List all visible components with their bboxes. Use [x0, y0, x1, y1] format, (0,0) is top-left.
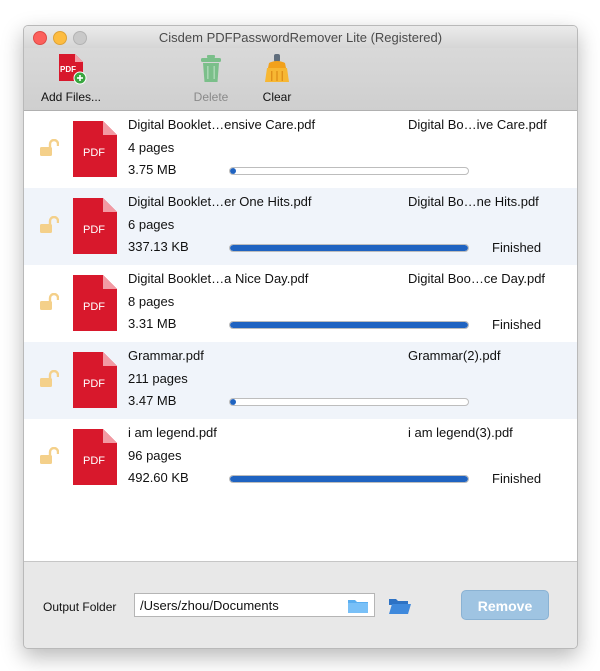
progress-bar	[229, 475, 469, 483]
output-folder-label: Output Folder	[43, 600, 117, 614]
unlocked-padlock-icon	[40, 293, 59, 310]
output-file-name: i am legend(3).pdf	[408, 425, 513, 440]
file-name: Digital Booklet…ensive Care.pdf	[128, 117, 316, 132]
file-row[interactable]: PDF i am legend.pdf 96 pages 492.60 KB i am …	[24, 419, 577, 496]
svg-text:PDF: PDF	[83, 147, 105, 159]
output-file-name: Digital Bo…ive Care.pdf	[408, 117, 547, 132]
page-count: 8 pages	[128, 294, 175, 309]
progress-fill	[230, 168, 236, 174]
folder-icon[interactable]	[347, 598, 369, 614]
pdf-file-icon: PDF	[73, 275, 117, 331]
clear-label: Clear	[262, 90, 292, 104]
page-count: 211 pages	[128, 371, 188, 386]
pdf-file-icon: PDF	[73, 198, 117, 254]
svg-text:PDF: PDF	[83, 301, 105, 313]
progress-bar	[229, 398, 469, 406]
file-name: Grammar.pdf	[128, 348, 204, 363]
pdf-file-icon: PDF	[73, 429, 117, 485]
svg-text:PDF: PDF	[83, 224, 105, 236]
broom-icon	[265, 54, 289, 82]
file-size: 3.31 MB	[128, 316, 177, 331]
svg-text:PDF: PDF	[83, 455, 105, 467]
status-label: Finished	[492, 471, 542, 486]
progress-bar	[229, 321, 469, 329]
trash-icon	[201, 55, 221, 82]
file-row[interactable]: PDF Digital Booklet…a Nice Day.pdf 8 pages…	[24, 265, 577, 342]
file-size: 492.60 KB	[128, 470, 189, 485]
unlocked-padlock-icon	[40, 216, 59, 233]
file-size: 337.13 KB	[128, 239, 189, 254]
unlocked-padlock-icon	[40, 370, 59, 387]
delete-button[interactable]: Delete	[186, 48, 236, 104]
toolbar: PDF Add Files... Delete Clear	[24, 48, 577, 111]
svg-text:PDF: PDF	[83, 378, 105, 390]
file-name: i am legend.pdf	[128, 425, 217, 440]
app-window: Cisdem PDFPasswordRemover Lite (Register…	[23, 25, 578, 649]
progress-fill	[230, 476, 468, 482]
file-row[interactable]: PDF Grammar.pdf 211 pages 3.47 MB Grammar(2)…	[24, 342, 577, 419]
add-files-button[interactable]: PDF Add Files...	[30, 48, 112, 104]
pdf-file-icon: PDF	[73, 352, 117, 408]
remove-button[interactable]: Remove	[461, 590, 549, 620]
file-row[interactable]: PDF Digital Booklet…er One Hits.pdf 6 page…	[24, 188, 577, 265]
unlocked-padlock-icon	[40, 139, 59, 156]
unlocked-padlock-icon	[40, 447, 59, 464]
progress-fill	[230, 399, 236, 405]
file-size: 3.47 MB	[128, 393, 177, 408]
output-path-input[interactable]	[140, 596, 345, 614]
add-pdf-icon: PDF	[59, 54, 87, 85]
svg-text:PDF: PDF	[60, 65, 76, 74]
page-count: 6 pages	[128, 217, 175, 232]
output-file-name: Digital Bo…ne Hits.pdf	[408, 194, 539, 209]
open-folder-icon[interactable]	[388, 597, 412, 615]
status-label: Finished	[492, 317, 542, 332]
pdf-file-icon: PDF	[73, 121, 117, 177]
window-title: Cisdem PDFPasswordRemover Lite (Register…	[158, 30, 443, 45]
output-file-name: Grammar(2).pdf	[408, 348, 501, 363]
file-size: 3.75 MB	[128, 162, 177, 177]
delete-label: Delete	[193, 90, 229, 104]
file-name: Digital Booklet…er One Hits.pdf	[128, 194, 312, 209]
title-bar: Cisdem PDFPasswordRemover Lite (Register…	[24, 26, 577, 48]
status-label: Finished	[492, 240, 542, 255]
add-files-label: Add Files...	[40, 90, 102, 104]
page-count: 4 pages	[128, 140, 175, 155]
progress-fill	[230, 322, 468, 328]
output-folder-field[interactable]	[134, 593, 375, 617]
progress-bar	[229, 244, 469, 252]
file-row[interactable]: PDF Digital Booklet…ensive Care.pdf 4 page…	[24, 111, 577, 188]
output-file-name: Digital Boo…ce Day.pdf	[408, 271, 546, 286]
clear-button[interactable]: Clear	[252, 48, 302, 104]
bottom-bar: Output Folder Remove	[24, 561, 577, 648]
file-name: Digital Booklet…a Nice Day.pdf	[128, 271, 309, 286]
progress-fill	[230, 245, 468, 251]
file-list[interactable]: PDF Digital Booklet…ensive Care.pdf 4 page…	[24, 111, 577, 561]
progress-bar	[229, 167, 469, 175]
page-count: 96 pages	[128, 448, 182, 463]
